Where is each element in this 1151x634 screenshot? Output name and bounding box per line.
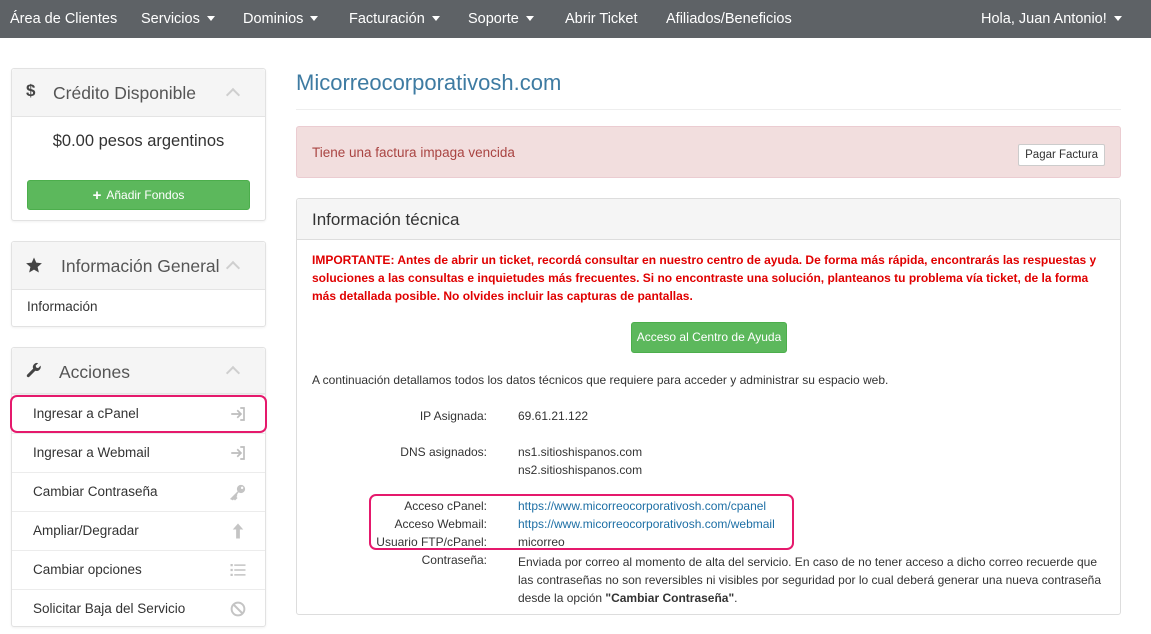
action-upgrade[interactable]: Ampliar/Degradar — [12, 511, 265, 550]
credit-amount: $0.00 pesos argentinos — [52, 132, 225, 150]
tech-info-panel: Información técnica IMPORTANTE: Antes de… — [296, 198, 1121, 615]
nav-servicios[interactable]: Servicios — [141, 0, 215, 38]
password-option-name: "Cambiar Contraseña" — [605, 591, 735, 605]
top-navbar: Área de Clientes Servicios Dominios Fact… — [0, 0, 1151, 38]
actions-panel: Acciones Ingresar a cPanel Ingresar a We… — [11, 347, 266, 627]
nav-afiliados[interactable]: Afiliados/Beneficios — [666, 0, 792, 38]
wrench-icon — [25, 362, 43, 380]
action-cancel-service[interactable]: Solicitar Baja del Servicio — [12, 589, 265, 628]
password-text-end: . — [734, 591, 738, 605]
ip-value: 69.61.21.122 — [518, 409, 589, 423]
action-webmail[interactable]: Ingresar a Webmail — [12, 433, 265, 472]
alert-text: Tiene una factura impaga vencida — [312, 145, 515, 160]
action-label: Ampliar/Degradar — [33, 523, 139, 538]
chevron-up-icon[interactable] — [225, 87, 241, 103]
credit-panel-title: Crédito Disponible — [53, 83, 196, 103]
divider — [296, 109, 1121, 110]
actions-title: Acciones — [59, 362, 131, 382]
unpaid-invoice-alert: Tiene una factura impaga vencida Pagar F… — [296, 126, 1121, 178]
credit-panel-header[interactable]: $ Crédito Disponible — [12, 69, 265, 117]
dns2-value: ns2.sitioshispanos.com — [518, 463, 643, 477]
dns-label: DNS asignados: — [400, 445, 487, 459]
general-info-header[interactable]: Información General — [12, 242, 265, 290]
action-label: Solicitar Baja del Servicio — [33, 601, 186, 616]
ban-icon — [229, 600, 247, 618]
nav-area-clientes[interactable]: Área de Clientes — [10, 0, 117, 38]
list-icon — [229, 561, 247, 579]
caret-down-icon — [310, 15, 319, 21]
pay-invoice-button[interactable]: Pagar Factura — [1018, 144, 1105, 166]
plus-icon: + — [92, 187, 102, 204]
arrow-up-icon — [229, 522, 247, 540]
tech-info-title: Información técnica — [312, 210, 460, 229]
general-info-panel: Información General Información — [11, 241, 266, 327]
page-title: Micorreocorporativosh.com — [296, 70, 562, 95]
tech-intro-text: A continuación detallamos todos los dato… — [312, 373, 889, 387]
nav-soporte[interactable]: Soporte — [468, 0, 534, 38]
password-info: Enviada por correo al momento de alta de… — [518, 553, 1108, 607]
chevron-up-icon[interactable] — [225, 365, 241, 381]
informacion-link[interactable]: Información — [27, 299, 98, 314]
sign-in-icon — [229, 444, 247, 462]
add-funds-label: Añadir Fondos — [106, 188, 185, 202]
nav-user-menu[interactable]: Hola, Juan Antonio! — [981, 0, 1122, 38]
star-icon — [25, 256, 43, 274]
key-icon — [229, 483, 247, 501]
caret-down-icon — [1113, 15, 1122, 21]
chevron-up-icon[interactable] — [225, 260, 241, 276]
tech-info-header: Información técnica — [297, 199, 1120, 240]
dns1-value: ns1.sitioshispanos.com — [518, 445, 643, 459]
dollar-icon: $ — [26, 81, 36, 100]
nav-abrir-ticket[interactable]: Abrir Ticket — [565, 0, 638, 38]
important-notice: IMPORTANTE: Antes de abrir un ticket, re… — [312, 253, 1097, 303]
action-label: Ingresar a Webmail — [33, 445, 150, 460]
action-change-password[interactable]: Cambiar Contraseña — [12, 472, 265, 511]
ip-label: IP Asignada: — [419, 409, 487, 423]
nav-dominios[interactable]: Dominios — [243, 0, 319, 38]
general-info-title: Información General — [61, 256, 220, 276]
caret-down-icon — [525, 15, 534, 21]
actions-header[interactable]: Acciones — [12, 348, 265, 394]
caret-down-icon — [431, 15, 440, 21]
caret-down-icon — [206, 15, 215, 21]
action-label: Cambiar Contraseña — [33, 484, 158, 499]
action-label: Cambiar opciones — [33, 562, 142, 577]
credit-panel: $ Crédito Disponible $0.00 pesos argenti… — [11, 68, 266, 221]
help-center-button[interactable]: Acceso al Centro de Ayuda — [631, 322, 787, 353]
nav-facturacion[interactable]: Facturación — [349, 0, 440, 38]
password-label: Contraseña: — [421, 553, 487, 567]
add-funds-button[interactable]: + Añadir Fondos — [27, 180, 250, 210]
action-change-options[interactable]: Cambiar opciones — [12, 550, 265, 589]
highlight-access-info — [369, 494, 794, 550]
highlight-cpanel-action — [10, 395, 267, 433]
